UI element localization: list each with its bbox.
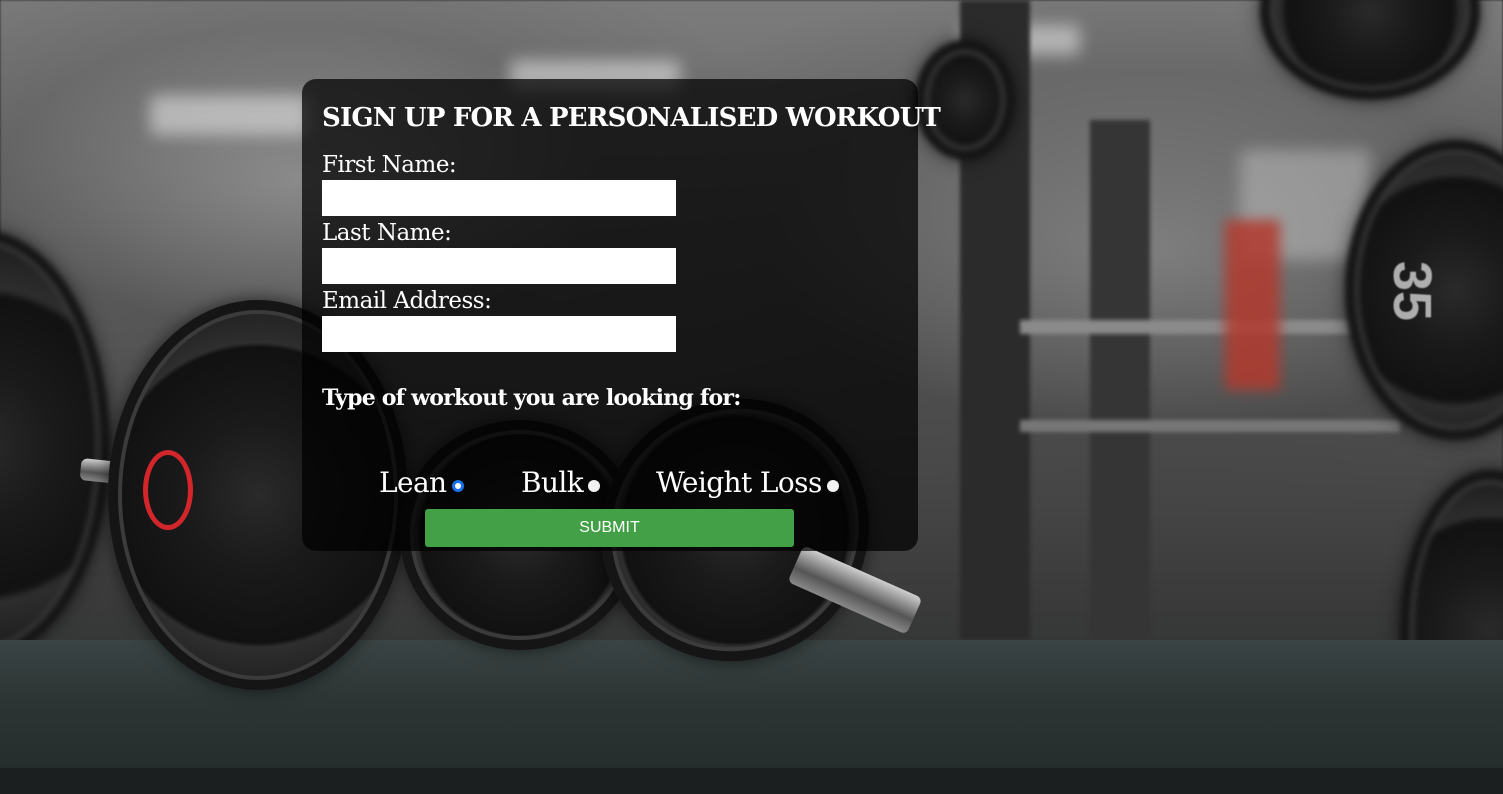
radio-button-bulk[interactable] bbox=[588, 480, 601, 492]
rack-post bbox=[1090, 120, 1150, 640]
workout-type-radio-group: Lean Bulk Weight Loss bbox=[302, 465, 918, 501]
first-name-label: First Name: bbox=[322, 152, 457, 178]
plate-number: 35 bbox=[1382, 260, 1443, 322]
workout-type-question: Type of workout you are looking for: bbox=[322, 385, 741, 411]
red-equipment bbox=[1225, 220, 1280, 390]
radio-label-bulk: Bulk bbox=[521, 466, 584, 499]
radio-label-lean: Lean bbox=[379, 466, 447, 499]
first-name-input[interactable] bbox=[322, 180, 676, 216]
ceiling-light bbox=[150, 95, 310, 135]
page: 35 SIGN UP FOR A PERSONALISED WORKOUT Fi… bbox=[0, 0, 1503, 794]
red-collar-clip bbox=[143, 450, 193, 530]
submit-button[interactable]: SUBMIT bbox=[425, 509, 794, 547]
email-label: Email Address: bbox=[322, 288, 492, 314]
rack-bar bbox=[1020, 320, 1400, 334]
radio-button-lean[interactable] bbox=[451, 480, 464, 492]
radio-label-weight-loss: Weight Loss bbox=[656, 466, 822, 499]
floor-edge bbox=[0, 768, 1503, 794]
radio-option-weight-loss[interactable]: Weight Loss bbox=[656, 465, 839, 501]
last-name-label: Last Name: bbox=[322, 220, 452, 246]
signup-form: SIGN UP FOR A PERSONALISED WORKOUT First… bbox=[302, 79, 941, 551]
radio-button-weight-loss[interactable] bbox=[826, 480, 839, 492]
rack-bar bbox=[1020, 420, 1400, 432]
email-input[interactable] bbox=[322, 316, 676, 352]
form-title: SIGN UP FOR A PERSONALISED WORKOUT bbox=[322, 103, 941, 133]
radio-option-lean[interactable]: Lean bbox=[379, 465, 464, 501]
radio-option-bulk[interactable]: Bulk bbox=[521, 465, 601, 501]
background-plate bbox=[915, 40, 1015, 160]
last-name-input[interactable] bbox=[322, 248, 676, 284]
